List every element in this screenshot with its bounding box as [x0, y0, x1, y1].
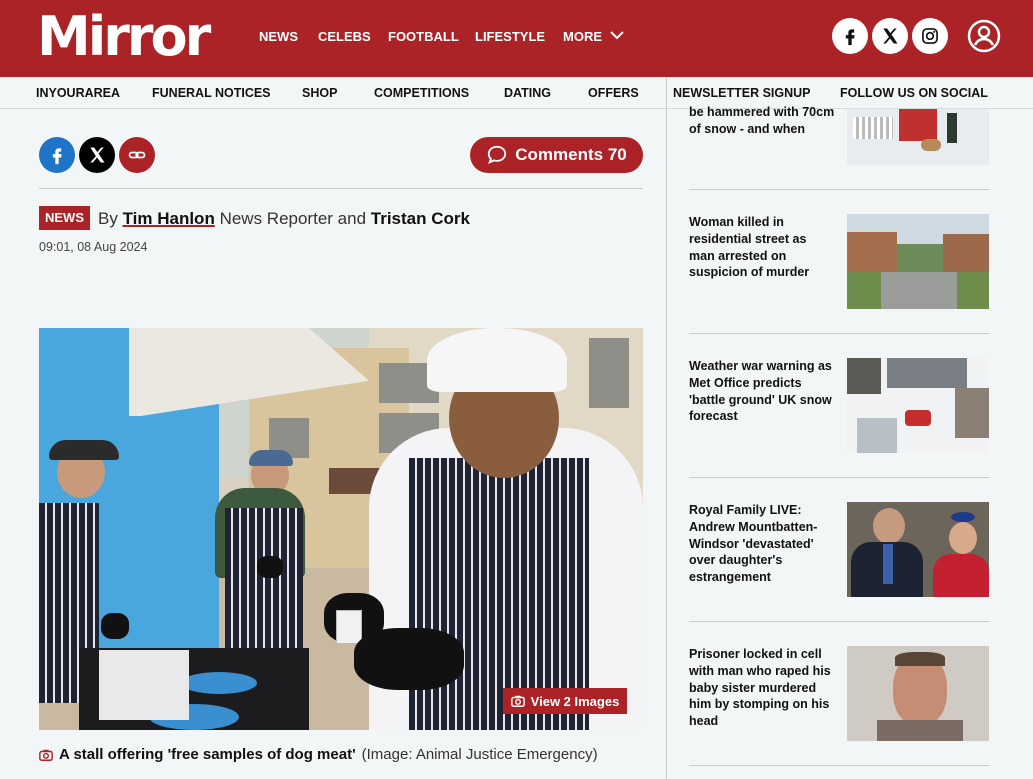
nav-football-link[interactable]: FOOTBALL [388, 29, 459, 44]
divider [39, 188, 643, 189]
thumb-house [887, 358, 967, 388]
thumb-hat [951, 512, 975, 522]
site-header: Mirror NEWS CELEBS FOOTBALL LIFESTYLE MO… [0, 0, 1033, 77]
x-icon [90, 147, 105, 163]
byline: By Tim Hanlon News Reporter and Tristan … [98, 209, 470, 229]
thumb-grass [847, 272, 881, 309]
sidebar-divider [689, 477, 989, 478]
nav-celebs-link[interactable]: CELEBS [318, 29, 371, 44]
thumb-house [847, 232, 897, 276]
sidebar-thumbnail[interactable] [847, 109, 989, 165]
camera-icon [510, 695, 525, 707]
image-leaflets [99, 650, 189, 720]
instagram-icon[interactable] [912, 18, 948, 54]
thumb-dog [921, 139, 941, 151]
account-icon[interactable] [966, 18, 1002, 54]
nav-news[interactable]: NEWS [259, 0, 298, 72]
image-window [589, 338, 629, 408]
subnav-competitions[interactable]: COMPETITIONS [374, 86, 469, 100]
share-x-button[interactable] [79, 137, 115, 173]
view-images-label: View 2 Images [530, 693, 620, 709]
sidebar-thumbnail[interactable] [847, 646, 989, 741]
facebook-icon[interactable] [832, 18, 868, 54]
image-glove [354, 628, 464, 690]
sidebar-headline[interactable]: Woman killed in residential street as ma… [689, 214, 833, 281]
nav-lifestyle-link[interactable]: LIFESTYLE [475, 29, 545, 44]
view-images-button[interactable]: View 2 Images [503, 688, 627, 714]
image-cup [336, 610, 362, 644]
thumb-tie [883, 544, 893, 584]
nav-more-link[interactable]: MORE [563, 29, 602, 44]
sidebar-headline[interactable]: be hammered with 70cm of snow - and when [689, 104, 839, 138]
subnav-shop[interactable]: SHOP [302, 86, 337, 100]
caption-credit: (Image: Animal Justice Emergency) [361, 746, 598, 763]
sidebar-headline[interactable]: Prisoner locked in cell with man who rap… [689, 646, 839, 730]
image-glove [257, 556, 283, 578]
nav-lifestyle[interactable]: LIFESTYLE [475, 0, 545, 72]
comments-button[interactable]: Comments 70 [470, 137, 643, 173]
image-glove [101, 613, 129, 639]
sidebar-headline-text: be hammered with 70cm of snow - and when [689, 105, 835, 136]
coauthor-name: Tristan Cork [370, 209, 470, 228]
thumb-shirt [877, 720, 963, 741]
sidebar-headline[interactable]: Royal Family LIVE: Andrew Mountbatten-Wi… [689, 502, 839, 586]
sidebar-divider [689, 765, 989, 766]
share-facebook-button[interactable] [39, 137, 75, 173]
publish-timestamp: 09:01, 08 Aug 2024 [39, 240, 148, 254]
sidebar-headline[interactable]: Weather war warning as Met Office predic… [689, 358, 833, 425]
thumb-house [943, 234, 989, 274]
nav-football[interactable]: FOOTBALL [388, 0, 459, 72]
image-plate [181, 672, 257, 694]
nav-celebs[interactable]: CELEBS [318, 0, 371, 72]
caption-text: A stall offering 'free samples of dog me… [59, 746, 356, 763]
camera-icon [39, 749, 53, 761]
sidebar-divider [689, 333, 989, 334]
sidebar-thumbnail[interactable] [847, 502, 989, 597]
comments-label: Comments 70 [515, 145, 627, 164]
by-label: By [98, 209, 118, 228]
thumb-fence [955, 388, 989, 438]
thumb-grass [957, 272, 989, 309]
thumb-trees [897, 244, 943, 272]
thumb-tree [847, 358, 881, 394]
chevron-down-icon [610, 27, 624, 45]
thumb-phonebox [899, 109, 937, 141]
author-role: News Reporter and [219, 209, 367, 228]
thumb-person [947, 113, 957, 143]
column-divider [666, 77, 667, 779]
image-chef-hat [427, 328, 567, 392]
subnav-dating[interactable]: DATING [504, 86, 551, 100]
link-icon [128, 151, 146, 159]
article-hero-image[interactable]: View 2 Images [39, 328, 643, 730]
mirror-logo[interactable]: Mirror [37, 4, 211, 70]
thumb-fence [853, 117, 893, 139]
thumb-face [949, 522, 977, 554]
facebook-icon [52, 148, 62, 165]
thumb-hair [895, 652, 945, 666]
image-cap [49, 440, 119, 460]
x-icon[interactable] [872, 18, 908, 54]
copy-link-button[interactable] [119, 137, 155, 173]
sidebar-thumbnail[interactable] [847, 214, 989, 309]
sidebar-thumbnail[interactable] [847, 358, 989, 453]
thumb-car [905, 410, 931, 426]
author-link[interactable]: Tim Hanlon [123, 209, 215, 228]
section-badge[interactable]: NEWS [39, 206, 90, 230]
speech-bubble-icon [488, 145, 507, 165]
thumb-dress [933, 554, 989, 597]
thumb-road [857, 418, 897, 453]
nav-news-link[interactable]: NEWS [259, 29, 298, 44]
image-apron [225, 508, 303, 668]
image-cap [249, 450, 293, 466]
sidebar-divider [689, 621, 989, 622]
subnav-inyourarea[interactable]: INYOURAREA [36, 86, 120, 100]
subnav-funeral-notices[interactable]: FUNERAL NOTICES [152, 86, 271, 100]
image-caption: A stall offering 'free samples of dog me… [39, 746, 598, 763]
subnav-offers[interactable]: OFFERS [588, 86, 639, 100]
thumb-face [873, 508, 905, 544]
sidebar-divider [689, 189, 989, 190]
nav-more[interactable]: MORE [563, 0, 624, 72]
